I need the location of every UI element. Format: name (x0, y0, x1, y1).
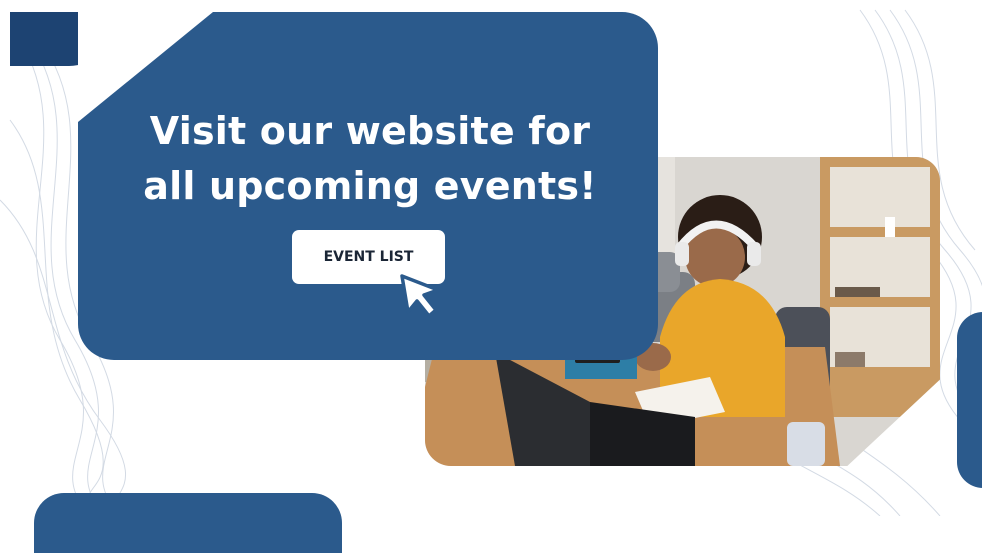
pointer-cursor-icon (400, 274, 440, 318)
bottom-accent-shape (34, 493, 342, 553)
headline-line-1: Visit our website for (149, 109, 591, 153)
headline-line-2: all upcoming events! (143, 164, 597, 208)
headline: Visit our website for all upcoming event… (100, 104, 640, 214)
side-accent-shape (957, 312, 982, 488)
